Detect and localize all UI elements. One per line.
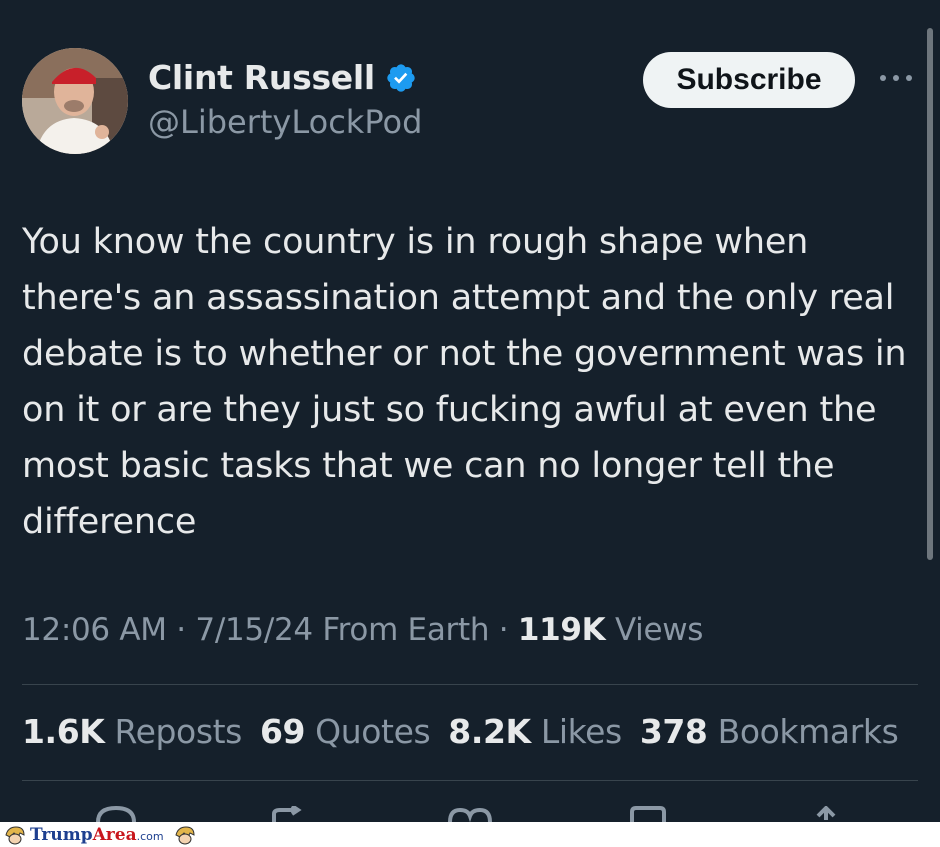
trump-hair-icon [175,825,195,844]
brand-name: TrumpArea.com [30,824,164,845]
meta-separator: · [489,612,518,648]
reply-icon[interactable] [92,806,140,822]
tweet-source: From Earth [312,612,490,648]
author-names: Clint Russell @LibertyLockPod [148,58,422,141]
tweet-text: You know the country is in rough shape w… [22,222,907,542]
share-icon[interactable] [802,806,850,822]
verified-badge-icon[interactable] [385,62,417,94]
meta-separator: · [166,612,196,648]
like-icon[interactable] [446,806,494,822]
reposts-stat[interactable]: 1.6K Reposts [22,712,242,751]
repost-icon[interactable] [268,806,316,822]
display-name[interactable]: Clint Russell [148,58,375,97]
tweet-header: Clint Russell @LibertyLockPod Subscribe [22,48,918,158]
tweet-date[interactable]: 7/15/24 [195,612,313,648]
views-count: 119K [517,612,606,648]
trump-hair-icon [5,825,25,844]
action-bar [0,806,940,822]
display-name-row: Clint Russell [148,58,422,97]
watermark-footer: TrumpArea.com [0,822,940,847]
divider [22,780,918,781]
views-label: Views [605,612,704,648]
site-logo: TrumpArea.com [4,824,196,845]
more-horizontal-icon[interactable] [878,68,914,88]
bookmark-icon[interactable] [624,806,672,822]
user-handle[interactable]: @LibertyLockPod [148,103,422,141]
tweet-meta: 12:06 AM · 7/15/24 From Earth · 119K Vie… [22,612,703,648]
scrollbar[interactable] [927,28,933,560]
bookmarks-stat[interactable]: 378 Bookmarks [640,712,899,751]
avatar[interactable] [22,48,128,154]
quotes-stat[interactable]: 69 Quotes [260,712,431,751]
subscribe-button[interactable]: Subscribe [643,52,855,108]
engagement-stats: 1.6K Reposts 69 Quotes 8.2K Likes 378 Bookm… [22,712,916,751]
tweet-time[interactable]: 12:06 AM [22,612,167,648]
likes-stat[interactable]: 8.2K Likes [448,712,622,751]
avatar-image [22,48,128,154]
divider [22,684,918,685]
